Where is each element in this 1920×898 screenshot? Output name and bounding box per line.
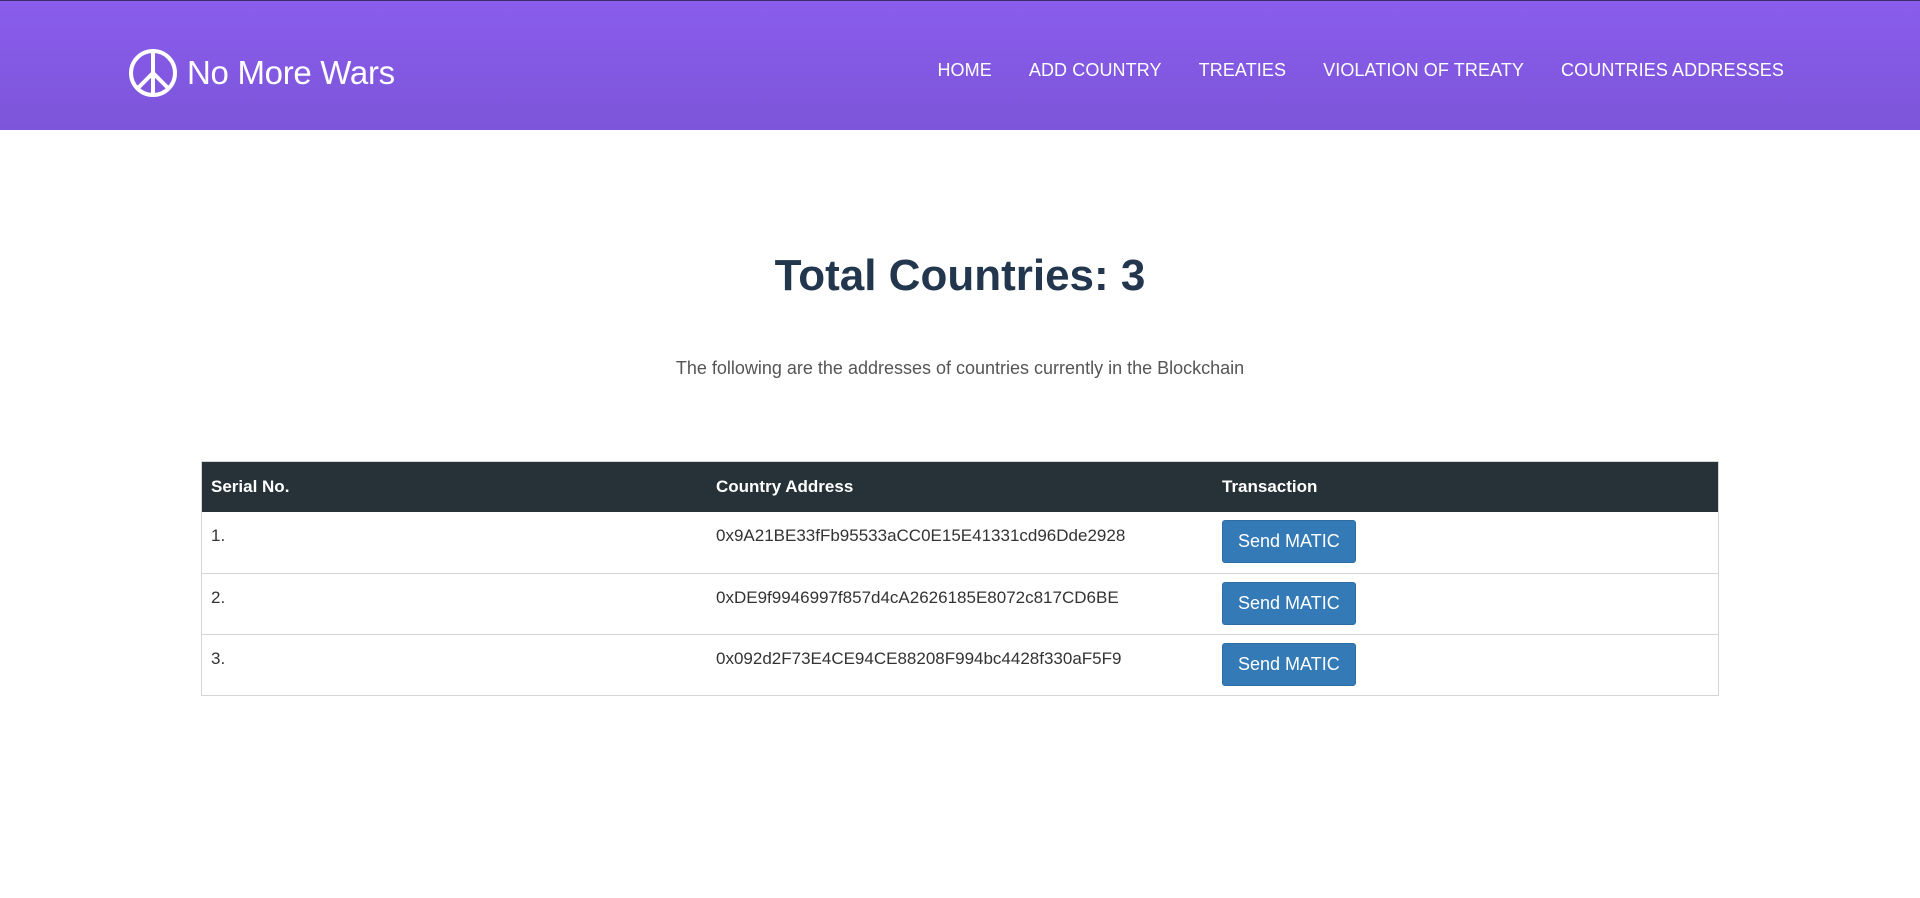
address-cell: 0x092d2F73E4CE94CE88208F994bc4428f330aF5…: [716, 648, 1122, 668]
nav-link-add-country[interactable]: ADD COUNTRY: [1029, 60, 1162, 80]
table-body: 1. 0x9A21BE33fFb95533aCC0E15E41331cd96Dd…: [202, 512, 1718, 695]
nav-item-violation-of-treaty: VIOLATION OF TREATY: [1323, 60, 1524, 81]
table-row: 3. 0x092d2F73E4CE94CE88208F994bc4428f330…: [202, 634, 1718, 695]
page-subtitle: The following are the addresses of count…: [675, 358, 1245, 378]
header-country-address: Country Address: [716, 477, 854, 496]
serial-cell: 1.: [211, 526, 226, 545]
nav-item-home: HOME: [937, 60, 991, 81]
table-row: 2. 0xDE9f9946997f857d4cA2626185E8072c817…: [202, 573, 1718, 634]
send-matic-button[interactable]: Send MATIC: [1222, 520, 1356, 563]
table-header: Serial No. Country Address Transaction: [202, 462, 1718, 512]
countries-table-container: Serial No. Country Address Transaction 1…: [201, 461, 1719, 696]
transaction-cell: Send MATIC: [1213, 573, 1718, 634]
page-title: Total Countries: 3: [774, 251, 1146, 300]
peace-sign-icon: [129, 49, 177, 97]
nav-item-add-country: ADD COUNTRY: [1029, 60, 1162, 81]
address-cell: 0x9A21BE33fFb95533aCC0E15E41331cd96Dde29…: [716, 526, 1126, 545]
nav-link-treaties[interactable]: TREATIES: [1199, 60, 1286, 80]
header-serial-no: Serial No.: [211, 477, 290, 496]
nav-link-home[interactable]: HOME: [937, 60, 991, 80]
table-row: 1. 0x9A21BE33fFb95533aCC0E15E41331cd96Dd…: [202, 512, 1718, 573]
main-nav: HOME ADD COUNTRY TREATIES VIOLATION OF T…: [900, 60, 1784, 81]
brand-link[interactable]: No More Wars: [128, 48, 395, 98]
nav-link-violation-of-treaty[interactable]: VIOLATION OF TREATY: [1323, 60, 1524, 80]
table-header-row: Serial No. Country Address Transaction: [202, 462, 1718, 512]
transaction-cell: Send MATIC: [1213, 634, 1718, 695]
address-cell: 0xDE9f9946997f857d4cA2626185E8072c817CD6…: [716, 587, 1119, 607]
nav-link-countries-addresses[interactable]: COUNTRIES ADDRESSES: [1561, 60, 1784, 80]
brand-name: No More Wars: [187, 54, 395, 91]
serial-cell: 2.: [211, 587, 226, 607]
serial-cell: 3.: [211, 648, 226, 668]
header-transaction: Transaction: [1222, 477, 1318, 496]
nav-item-countries-addresses: COUNTRIES ADDRESSES: [1561, 60, 1784, 81]
navbar: No More Wars HOME ADD COUNTRY TREATIES V…: [0, 0, 1920, 130]
send-matic-button[interactable]: Send MATIC: [1222, 581, 1356, 625]
send-matic-button[interactable]: Send MATIC: [1222, 642, 1356, 686]
nav-item-treaties: TREATIES: [1199, 60, 1286, 81]
countries-table: Serial No. Country Address Transaction 1…: [202, 462, 1718, 695]
transaction-cell: Send MATIC: [1213, 512, 1718, 573]
